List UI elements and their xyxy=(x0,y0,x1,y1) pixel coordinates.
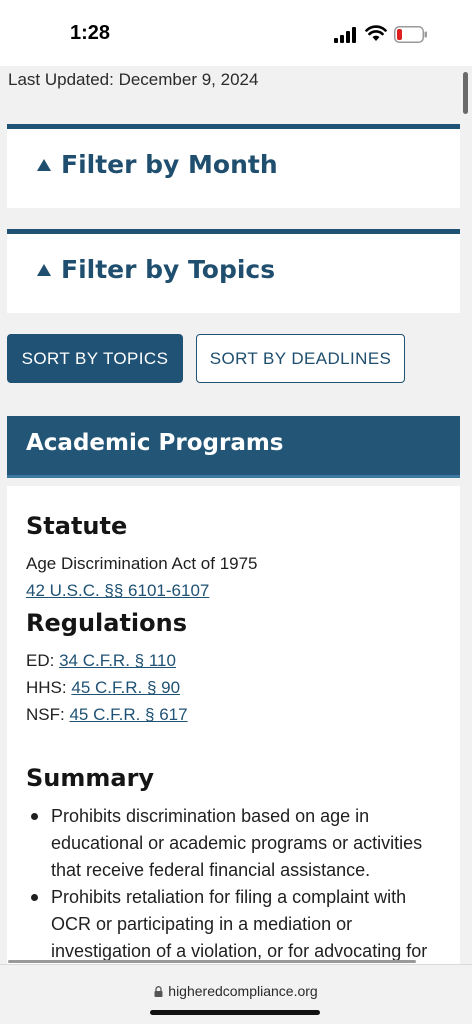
vertical-scrollbar[interactable] xyxy=(463,72,468,114)
triangle-up-icon xyxy=(37,264,51,276)
url-text: higheredcompliance.org xyxy=(168,983,318,999)
summary-list: Prohibits discrimination based on age in… xyxy=(29,803,449,964)
regulation-citation-link[interactable]: 45 C.F.R. § 90 xyxy=(71,678,180,697)
regulation-row: ED: 34 C.F.R. § 110 xyxy=(26,651,176,671)
summary-heading: Summary xyxy=(26,764,155,792)
page-content[interactable]: Last Updated: December 9, 2024 Filter by… xyxy=(0,66,472,964)
regulation-agency: NSF: xyxy=(26,705,65,724)
last-updated-text: Last Updated: December 9, 2024 xyxy=(8,70,259,89)
url-bar[interactable]: higheredcompliance.org xyxy=(0,983,472,999)
statute-citation-link[interactable]: 42 U.S.C. §§ 6101-6107 xyxy=(26,581,209,600)
filter-by-month-label: Filter by Month xyxy=(61,150,278,179)
browser-bottom-bar: higheredcompliance.org xyxy=(0,964,472,1024)
statute-citation-row: 42 U.S.C. §§ 6101-6107 xyxy=(26,581,209,601)
statute-heading: Statute xyxy=(26,512,128,540)
home-indicator[interactable] xyxy=(150,1010,320,1015)
filter-by-month-toggle[interactable]: Filter by Month xyxy=(7,124,460,208)
lock-icon xyxy=(154,986,163,997)
regulation-row: NSF: 45 C.F.R. § 617 xyxy=(26,705,188,725)
list-item: Prohibits retaliation for filing a compl… xyxy=(29,884,449,964)
cellular-signal-icon xyxy=(334,27,356,43)
wifi-icon xyxy=(365,25,387,41)
status-bar: 1:28 xyxy=(0,0,472,66)
section-title: Academic Programs xyxy=(26,430,284,456)
sort-by-deadlines-button[interactable]: SORT BY DEADLINES xyxy=(196,334,405,383)
regulation-citation-link[interactable]: 45 C.F.R. § 617 xyxy=(69,705,187,724)
regulation-agency: HHS: xyxy=(26,678,67,697)
filter-by-topics-label: Filter by Topics xyxy=(61,255,276,284)
regulations-heading: Regulations xyxy=(26,609,188,637)
status-time: 1:28 xyxy=(70,22,111,44)
regulation-agency: ED: xyxy=(26,651,55,670)
regulation-row: HHS: 45 C.F.R. § 90 xyxy=(26,678,180,698)
sort-by-topics-button[interactable]: SORT BY TOPICS xyxy=(7,334,183,383)
content-card: Statute Age Discrimination Act of 1975 4… xyxy=(7,486,460,964)
horizontal-scrollbar[interactable] xyxy=(8,960,416,963)
section-header: Academic Programs xyxy=(7,416,460,478)
regulation-citation-link[interactable]: 34 C.F.R. § 110 xyxy=(59,651,176,670)
filter-by-topics-toggle[interactable]: Filter by Topics xyxy=(7,229,460,313)
statute-name: Age Discrimination Act of 1975 xyxy=(26,554,258,573)
battery-low-icon xyxy=(394,26,427,43)
triangle-up-icon xyxy=(37,159,51,171)
list-item: Prohibits discrimination based on age in… xyxy=(29,803,449,884)
